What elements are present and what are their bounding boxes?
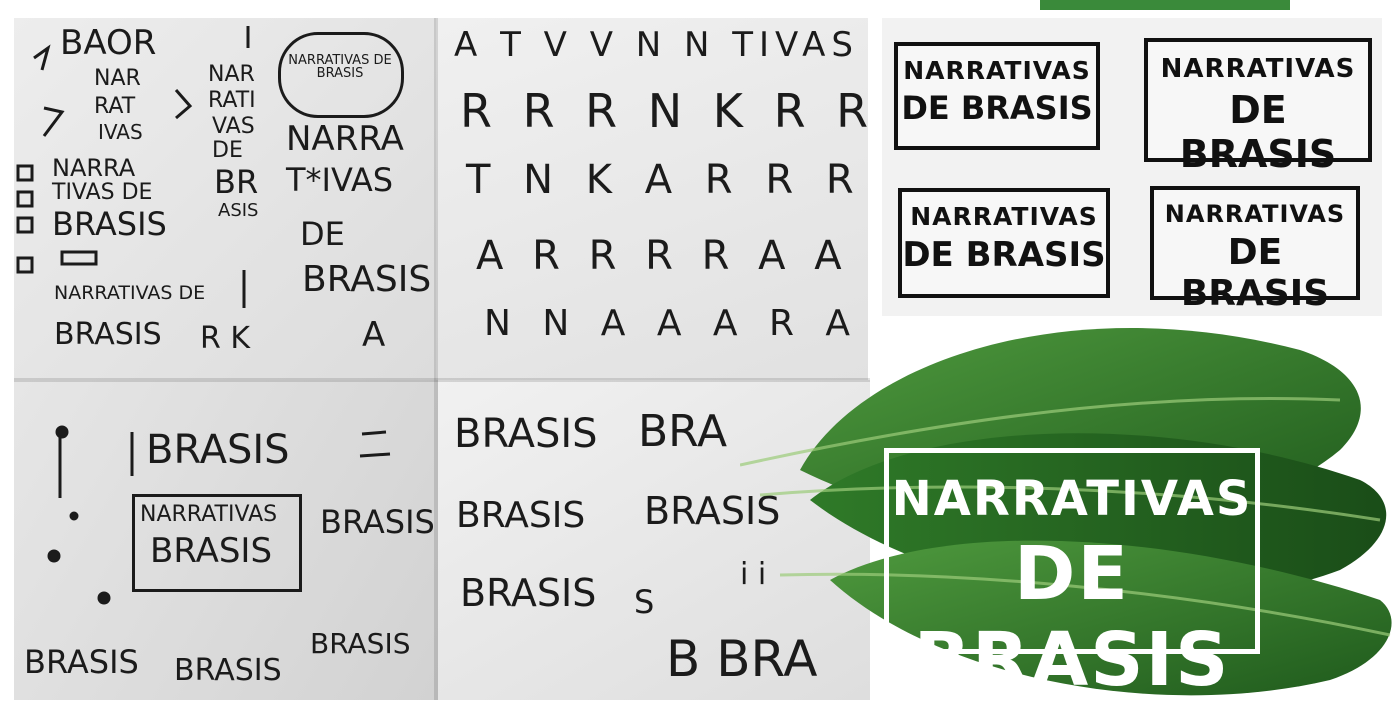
sketch-text: A R R R R A A R TIV — [476, 233, 868, 279]
sketch-marks — [16, 26, 250, 308]
logo-study-1: NARRATIVAS DE BRASIS — [894, 42, 1100, 150]
sketch-text: R R R N K R R A — [460, 84, 868, 138]
sketch-sheet-1: BAOR NAR RAT IVAS NAR RATI VAS DE BR ASI… — [14, 18, 438, 380]
sketch-text: BRASIS — [460, 571, 597, 615]
sketch-marks — [47, 425, 391, 605]
sketch-text: A T V V N N TIVAS — [454, 25, 859, 65]
logo-studies-panel: NARRATIVAS DE BRASIS NARRATIVAS DE BRASI… — [882, 18, 1382, 316]
top-accent-band — [1040, 0, 1290, 10]
sketch-sheet-3: BRASIS NARRATIVAS BRASIS BRASIS BRASIS B… — [14, 380, 438, 700]
sketch-text: S — [634, 583, 655, 621]
sketch-text: BRA — [638, 406, 728, 457]
sheet-divider — [434, 18, 438, 700]
sketch-text: BRASIS — [454, 411, 598, 457]
final-logo: NARRATIVAS DE BRASIS — [884, 448, 1260, 703]
logo-study-4: NARRATIVAS DE BRASIS — [1150, 186, 1360, 314]
sketch-text: BRASIS — [456, 495, 586, 536]
sketch-text: T N K A R R R R — [466, 157, 868, 203]
logo-study-2: NARRATIVAS DE BRASIS — [1144, 38, 1372, 176]
logo-study-3: NARRATIVAS DE BRASIS — [898, 188, 1110, 298]
